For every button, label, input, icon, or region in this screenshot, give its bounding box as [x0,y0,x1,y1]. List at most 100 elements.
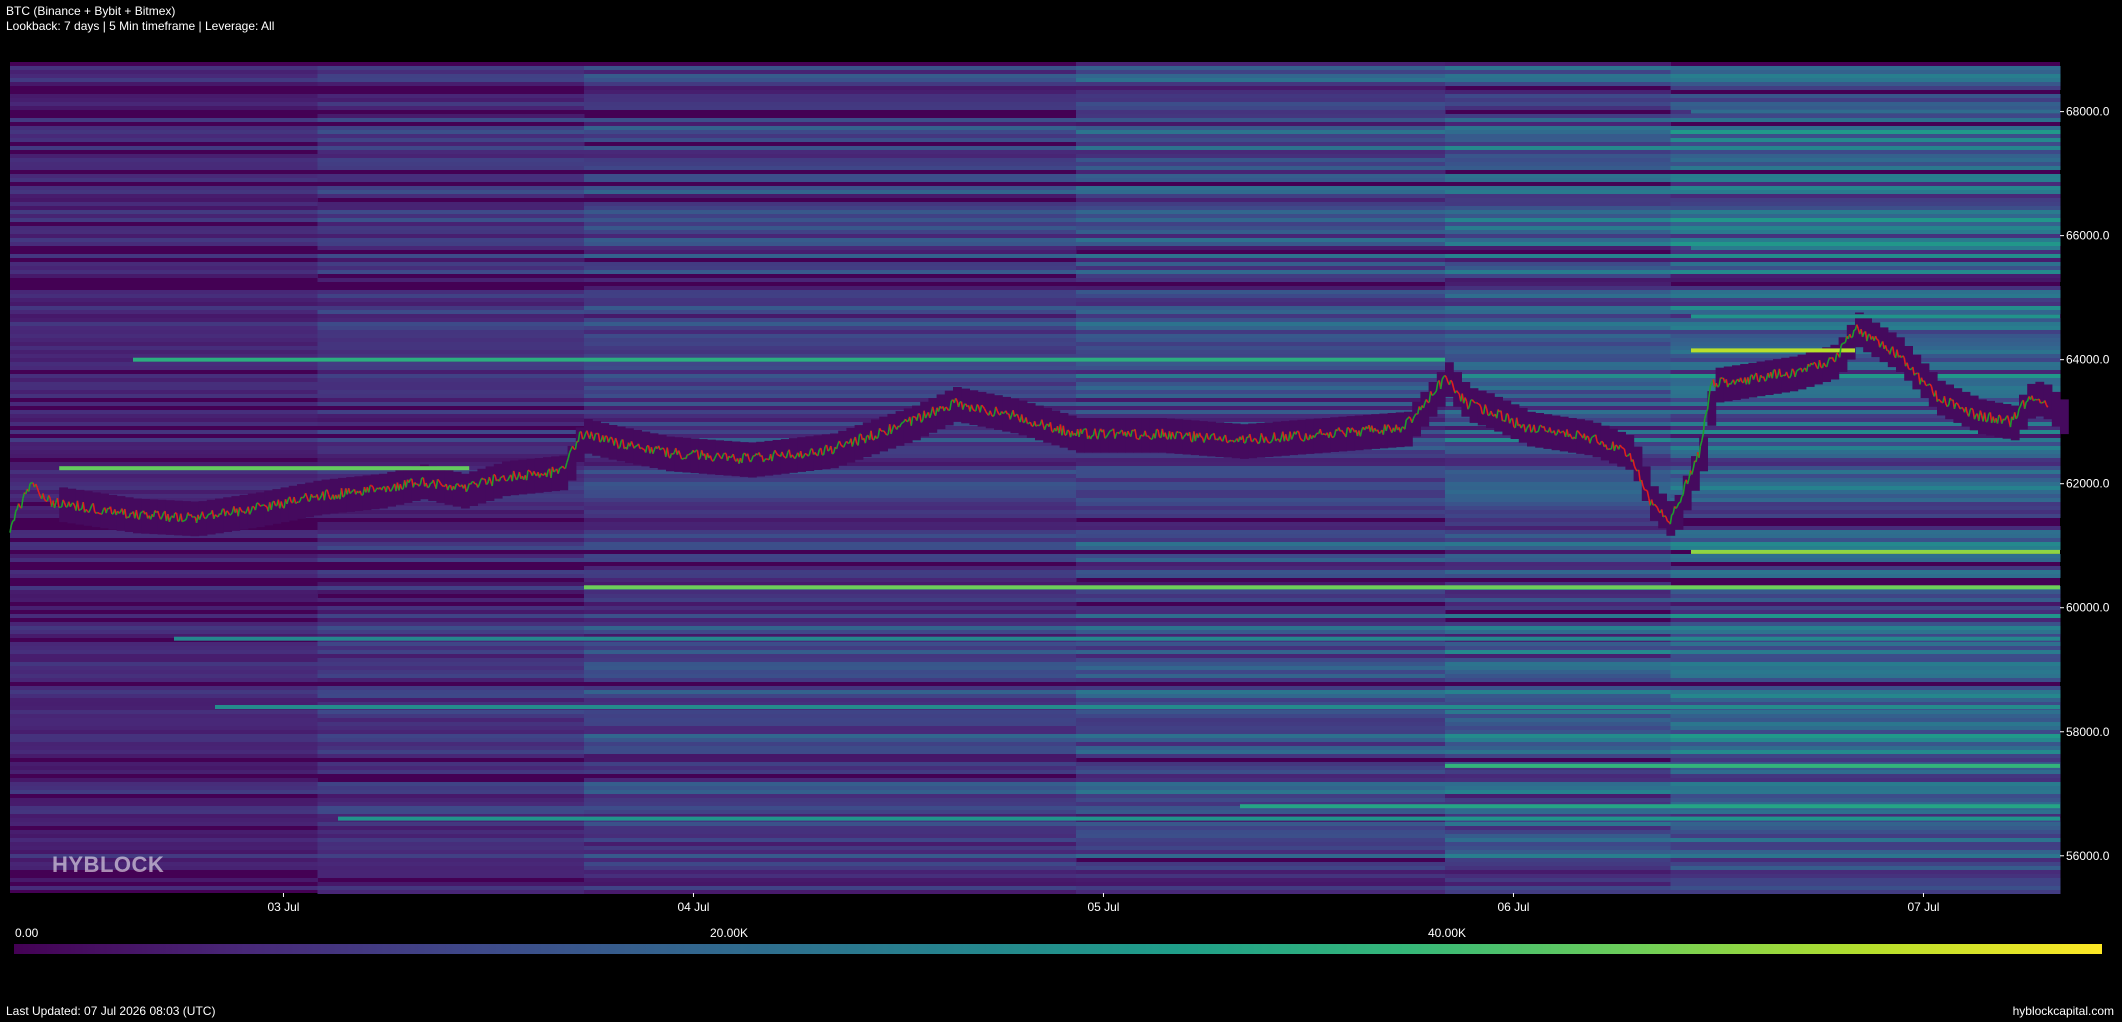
liquidation-level [1691,348,1855,353]
heat-band [1076,398,1446,402]
heat-band [317,390,585,394]
heat-band [584,658,1077,662]
price-segment [906,420,909,423]
heat-band [10,126,318,130]
heat-band [1445,598,1671,602]
heat-band [1076,70,1446,74]
heat-band [317,582,585,586]
heat-band [1445,810,1671,814]
heat-band [584,374,1077,378]
heat-band [1445,222,1671,226]
heat-band [1076,190,1446,194]
heat-band [584,882,1077,886]
heat-band [10,486,318,490]
heat-band [10,254,318,258]
heat-band [1076,862,1446,866]
heat-band [10,822,318,826]
heat-band [1670,822,2061,826]
price-segment [1332,435,1336,439]
heat-band [584,130,1077,134]
heat-band [317,846,585,850]
heat-band [10,346,318,350]
liquidation-level [1240,804,2060,809]
heat-band [584,178,1077,182]
heat-band [1076,194,1446,198]
heat-band [10,662,318,666]
heat-band [584,886,1077,890]
heat-band [584,390,1077,394]
heat-band [1076,254,1446,258]
heat-band [1670,494,2061,498]
liquidation-level [1445,763,2060,768]
heat-band [10,738,318,742]
heat-band [10,146,318,150]
heat-band [584,610,1077,614]
heat-band [1076,530,1446,534]
cleared-cell [256,492,265,528]
heat-band [1076,762,1446,766]
heat-band [1076,642,1446,646]
heat-band [1076,334,1446,338]
heat-band [10,586,318,590]
y-tick-label: 58000.0 [2066,725,2110,739]
cleared-cell [469,471,478,506]
heat-band [1670,718,2061,722]
heat-band [584,742,1077,746]
price-segment [437,478,440,482]
heat-band [1670,150,2061,154]
price-segment [1681,494,1684,497]
heat-band [1076,694,1446,698]
heat-band [584,318,1077,322]
heat-band [1670,698,2061,702]
heat-band [317,234,585,238]
heat-band [10,166,318,170]
heat-band [1445,370,1671,374]
heat-band [317,590,585,594]
heat-band [1670,606,2061,610]
price-segment [350,490,354,493]
heat-band [317,310,585,314]
liquidation-level [133,357,1445,362]
heat-band [1670,558,2061,562]
heat-band [584,594,1077,598]
heat-band [317,658,585,662]
price-segment [1457,391,1460,395]
heat-band [10,322,318,326]
cleared-cell [1076,418,1085,453]
heat-band [1445,494,1671,498]
heat-band [1670,66,2061,70]
price-segment [349,491,353,495]
heat-band [317,342,585,346]
heat-band [584,710,1077,714]
heat-band [1445,558,1671,562]
price-segment [1621,446,1624,449]
price-segment [831,452,835,455]
heat-band [1670,438,2061,442]
heat-band [1076,378,1446,382]
heat-band [1445,350,1671,354]
heat-band [584,606,1077,610]
heat-band [1445,190,1671,194]
heat-band [1076,790,1446,794]
liquidation-level [1691,246,2060,250]
heat-band [1445,666,1671,670]
heat-band [1445,70,1671,74]
heat-band [1670,182,2061,186]
heat-band [1670,734,2061,738]
heat-band [1445,74,1671,78]
heat-band [584,546,1077,550]
heat-band [1076,534,1446,538]
heat-band [317,866,585,870]
heat-band [10,722,318,726]
heat-band [1445,602,1671,606]
heat-band [1445,562,1671,566]
heat-band [317,70,585,74]
heat-band [1076,158,1446,162]
heat-band [10,354,318,358]
heat-band [584,878,1077,882]
heat-band [584,798,1077,802]
heat-band [584,490,1077,494]
price-segment [1104,436,1107,439]
price-segment [1626,454,1630,457]
heat-band [1076,370,1446,374]
